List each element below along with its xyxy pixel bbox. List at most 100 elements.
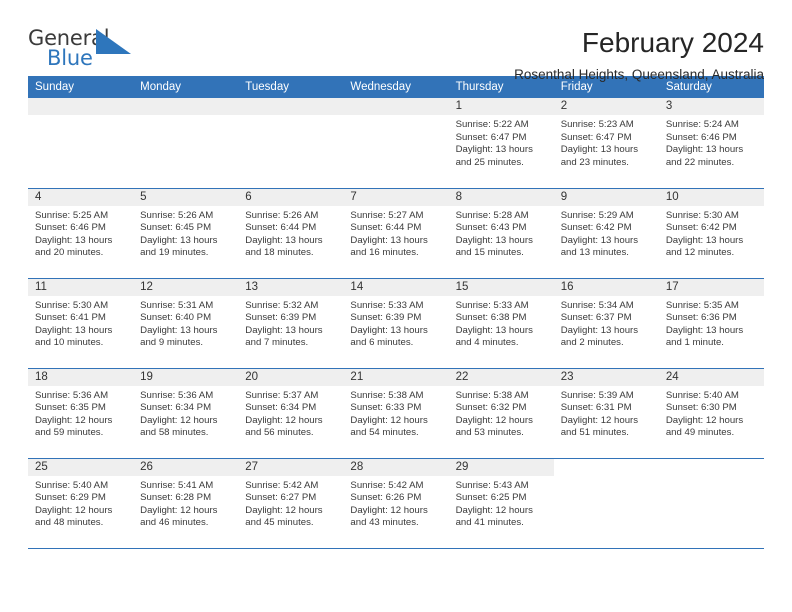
- calendar-week-row: 11 Sunrise: 5:30 AM Sunset: 6:41 PM Dayligh…: [28, 278, 764, 369]
- daylight-text-line2: and 46 minutes.: [140, 517, 209, 529]
- day-details: Sunrise: 5:33 AM Sunset: 6:38 PM Daylight:…: [449, 296, 554, 350]
- daylight-text-line1: Daylight: 12 hours: [140, 504, 218, 516]
- calendar-cell: 2 Sunrise: 5:23 AM Sunset: 6:47 PM Daylight…: [553, 98, 659, 189]
- day-number: 6: [238, 188, 344, 206]
- day-number: 21: [343, 368, 449, 386]
- day-number: 8: [448, 188, 554, 206]
- sunset-text: Sunset: 6:29 PM: [35, 492, 106, 504]
- daylight-text-line2: and 9 minutes.: [140, 337, 204, 349]
- day-number: 13: [238, 278, 344, 296]
- calendar-cell: 16 Sunrise: 5:34 AM Sunset: 6:37 PM Dayligh…: [553, 278, 659, 369]
- calendar-cell: 25 Sunrise: 5:40 AM Sunset: 6:29 PM Dayligh…: [28, 458, 134, 549]
- daylight-text-line1: Daylight: 13 hours: [455, 324, 533, 336]
- day-details: Sunrise: 5:34 AM Sunset: 6:37 PM Daylight:…: [554, 296, 659, 350]
- day-details: Sunrise: 5:30 AM Sunset: 6:41 PM Daylight:…: [28, 296, 133, 350]
- sunset-text: Sunset: 6:46 PM: [35, 222, 106, 234]
- calendar-week-row: 1 Sunrise: 5:22 AM Sunset: 6:47 PM Daylight…: [28, 98, 764, 189]
- day-number: 14: [343, 278, 449, 296]
- daylight-text-line1: Daylight: 13 hours: [560, 324, 639, 336]
- daylight-text-line1: Daylight: 12 hours: [560, 414, 639, 426]
- sunrise-text: Sunrise: 5:33 AM: [455, 299, 529, 311]
- day-details: Sunrise: 5:26 AM Sunset: 6:44 PM Daylight:…: [238, 206, 343, 260]
- day-details: Sunrise: 5:27 AM Sunset: 6:44 PM Daylight:…: [343, 206, 448, 260]
- day-cell[interactable]: 13 Sunrise: 5:32 AM Sunset: 6:39 PM Dayligh…: [238, 278, 344, 368]
- day-cell[interactable]: 5 Sunrise: 5:26 AM Sunset: 6:45 PM Daylight…: [133, 188, 239, 278]
- sunset-text: Sunset: 6:40 PM: [140, 312, 212, 324]
- daylight-text-line2: and 51 minutes.: [560, 427, 629, 439]
- day-number: 24: [658, 368, 764, 386]
- sunset-text: Sunset: 6:39 PM: [245, 312, 317, 324]
- calendar-cell: [238, 98, 344, 189]
- day-cell[interactable]: 3 Sunrise: 5:24 AM Sunset: 6:46 PM Daylight…: [658, 98, 764, 187]
- day-cell[interactable]: 7 Sunrise: 5:27 AM Sunset: 6:44 PM Daylight…: [343, 188, 449, 278]
- calendar-cell: [133, 98, 239, 189]
- daylight-text-line1: Daylight: 13 hours: [35, 234, 113, 246]
- day-cell[interactable]: 9 Sunrise: 5:29 AM Sunset: 6:42 PM Daylight…: [553, 188, 659, 278]
- daylight-text-line2: and 19 minutes.: [140, 247, 209, 259]
- day-cell[interactable]: 18 Sunrise: 5:36 AM Sunset: 6:35 PM Dayligh…: [28, 368, 134, 458]
- daylight-text-line1: Daylight: 12 hours: [140, 414, 218, 426]
- sunrise-text: Sunrise: 5:29 AM: [560, 209, 634, 221]
- day-cell[interactable]: 14 Sunrise: 5:33 AM Sunset: 6:39 PM Dayligh…: [343, 278, 449, 368]
- day-cell[interactable]: 16 Sunrise: 5:34 AM Sunset: 6:37 PM Dayligh…: [553, 278, 659, 368]
- day-details: Sunrise: 5:43 AM Sunset: 6:25 PM Daylight:…: [449, 476, 554, 530]
- day-cell[interactable]: 8 Sunrise: 5:28 AM Sunset: 6:43 PM Daylight…: [448, 188, 554, 278]
- daylight-text-line2: and 16 minutes.: [350, 247, 419, 259]
- daylight-text-line1: Daylight: 13 hours: [245, 234, 323, 246]
- sunset-text: Sunset: 6:42 PM: [665, 222, 737, 234]
- day-details: Sunrise: 5:40 AM Sunset: 6:30 PM Daylight:…: [659, 386, 764, 440]
- calendar-week-row: 18 Sunrise: 5:36 AM Sunset: 6:35 PM Dayligh…: [28, 368, 764, 459]
- page-header: General Blue February 2024 Rosenthal Hei…: [28, 0, 764, 82]
- sunset-text: Sunset: 6:34 PM: [140, 402, 212, 414]
- day-details: Sunrise: 5:36 AM Sunset: 6:34 PM Daylight:…: [133, 386, 238, 440]
- sunrise-text: Sunrise: 5:40 AM: [35, 479, 109, 491]
- daylight-text-line2: and 4 minutes.: [455, 337, 519, 349]
- calendar-cell: 8 Sunrise: 5:28 AM Sunset: 6:43 PM Daylight…: [448, 188, 554, 279]
- day-cell[interactable]: 24 Sunrise: 5:40 AM Sunset: 6:30 PM Dayligh…: [658, 368, 764, 458]
- sunrise-text: Sunrise: 5:41 AM: [140, 479, 214, 491]
- day-number: 10: [658, 188, 764, 206]
- daylight-text-line2: and 20 minutes.: [35, 247, 104, 259]
- day-cell[interactable]: 20 Sunrise: 5:37 AM Sunset: 6:34 PM Dayligh…: [238, 368, 344, 458]
- day-cell[interactable]: 1 Sunrise: 5:22 AM Sunset: 6:47 PM Daylight…: [448, 98, 554, 187]
- day-details: Sunrise: 5:32 AM Sunset: 6:39 PM Daylight:…: [238, 296, 343, 350]
- day-cell[interactable]: 23 Sunrise: 5:39 AM Sunset: 6:31 PM Dayligh…: [553, 368, 659, 458]
- daylight-text-line1: Daylight: 12 hours: [35, 504, 113, 516]
- daylight-text-line1: Daylight: 13 hours: [140, 324, 218, 336]
- day-cell[interactable]: 15 Sunrise: 5:33 AM Sunset: 6:38 PM Dayligh…: [448, 278, 554, 368]
- day-cell[interactable]: 28 Sunrise: 5:42 AM Sunset: 6:26 PM Dayligh…: [343, 458, 449, 548]
- daylight-text-line2: and 15 minutes.: [455, 247, 524, 259]
- day-number: 12: [133, 278, 239, 296]
- weekday-header-wednesday: Wednesday: [343, 76, 449, 98]
- day-cell[interactable]: 17 Sunrise: 5:35 AM Sunset: 6:36 PM Dayligh…: [658, 278, 764, 368]
- day-cell[interactable]: 19 Sunrise: 5:36 AM Sunset: 6:34 PM Dayligh…: [133, 368, 239, 458]
- day-cell[interactable]: 10 Sunrise: 5:30 AM Sunset: 6:42 PM Dayligh…: [658, 188, 764, 278]
- daylight-text-line2: and 53 minutes.: [455, 427, 524, 439]
- daylight-text-line2: and 43 minutes.: [350, 517, 419, 529]
- day-cell[interactable]: 26 Sunrise: 5:41 AM Sunset: 6:28 PM Dayligh…: [133, 458, 239, 548]
- day-cell[interactable]: 6 Sunrise: 5:26 AM Sunset: 6:44 PM Daylight…: [238, 188, 344, 278]
- calendar-body: 1 Sunrise: 5:22 AM Sunset: 6:47 PM Daylight…: [28, 98, 764, 549]
- sunrise-text: Sunrise: 5:31 AM: [140, 299, 214, 311]
- daylight-text-line2: and 10 minutes.: [35, 337, 104, 349]
- day-cell[interactable]: 2 Sunrise: 5:23 AM Sunset: 6:47 PM Daylight…: [553, 98, 659, 187]
- sunset-text: Sunset: 6:36 PM: [665, 312, 737, 324]
- day-cell[interactable]: 12 Sunrise: 5:31 AM Sunset: 6:40 PM Dayligh…: [133, 278, 239, 368]
- brand-logo[interactable]: General Blue: [28, 26, 148, 76]
- daylight-text-line2: and 56 minutes.: [245, 427, 314, 439]
- daylight-text-line2: and 7 minutes.: [245, 337, 309, 349]
- sunrise-text: Sunrise: 5:30 AM: [35, 299, 109, 311]
- brand-name-blue: Blue: [47, 46, 93, 70]
- flag-triangle-icon: [96, 29, 131, 54]
- day-cell[interactable]: 22 Sunrise: 5:38 AM Sunset: 6:32 PM Dayligh…: [448, 368, 554, 458]
- day-cell[interactable]: 25 Sunrise: 5:40 AM Sunset: 6:29 PM Dayligh…: [28, 458, 134, 548]
- sunset-text: Sunset: 6:37 PM: [560, 312, 632, 324]
- day-number: [238, 98, 344, 115]
- page-subtitle: Rosenthal Heights, Queensland, Australia: [514, 67, 764, 82]
- sunrise-text: Sunrise: 5:32 AM: [245, 299, 319, 311]
- day-cell[interactable]: 11 Sunrise: 5:30 AM Sunset: 6:41 PM Dayligh…: [28, 278, 134, 368]
- day-cell[interactable]: 4 Sunrise: 5:25 AM Sunset: 6:46 PM Daylight…: [28, 188, 134, 278]
- day-cell[interactable]: 21 Sunrise: 5:38 AM Sunset: 6:33 PM Dayligh…: [343, 368, 449, 458]
- day-cell[interactable]: 29 Sunrise: 5:43 AM Sunset: 6:25 PM Dayligh…: [448, 458, 554, 548]
- day-cell[interactable]: 27 Sunrise: 5:42 AM Sunset: 6:27 PM Dayligh…: [238, 458, 344, 548]
